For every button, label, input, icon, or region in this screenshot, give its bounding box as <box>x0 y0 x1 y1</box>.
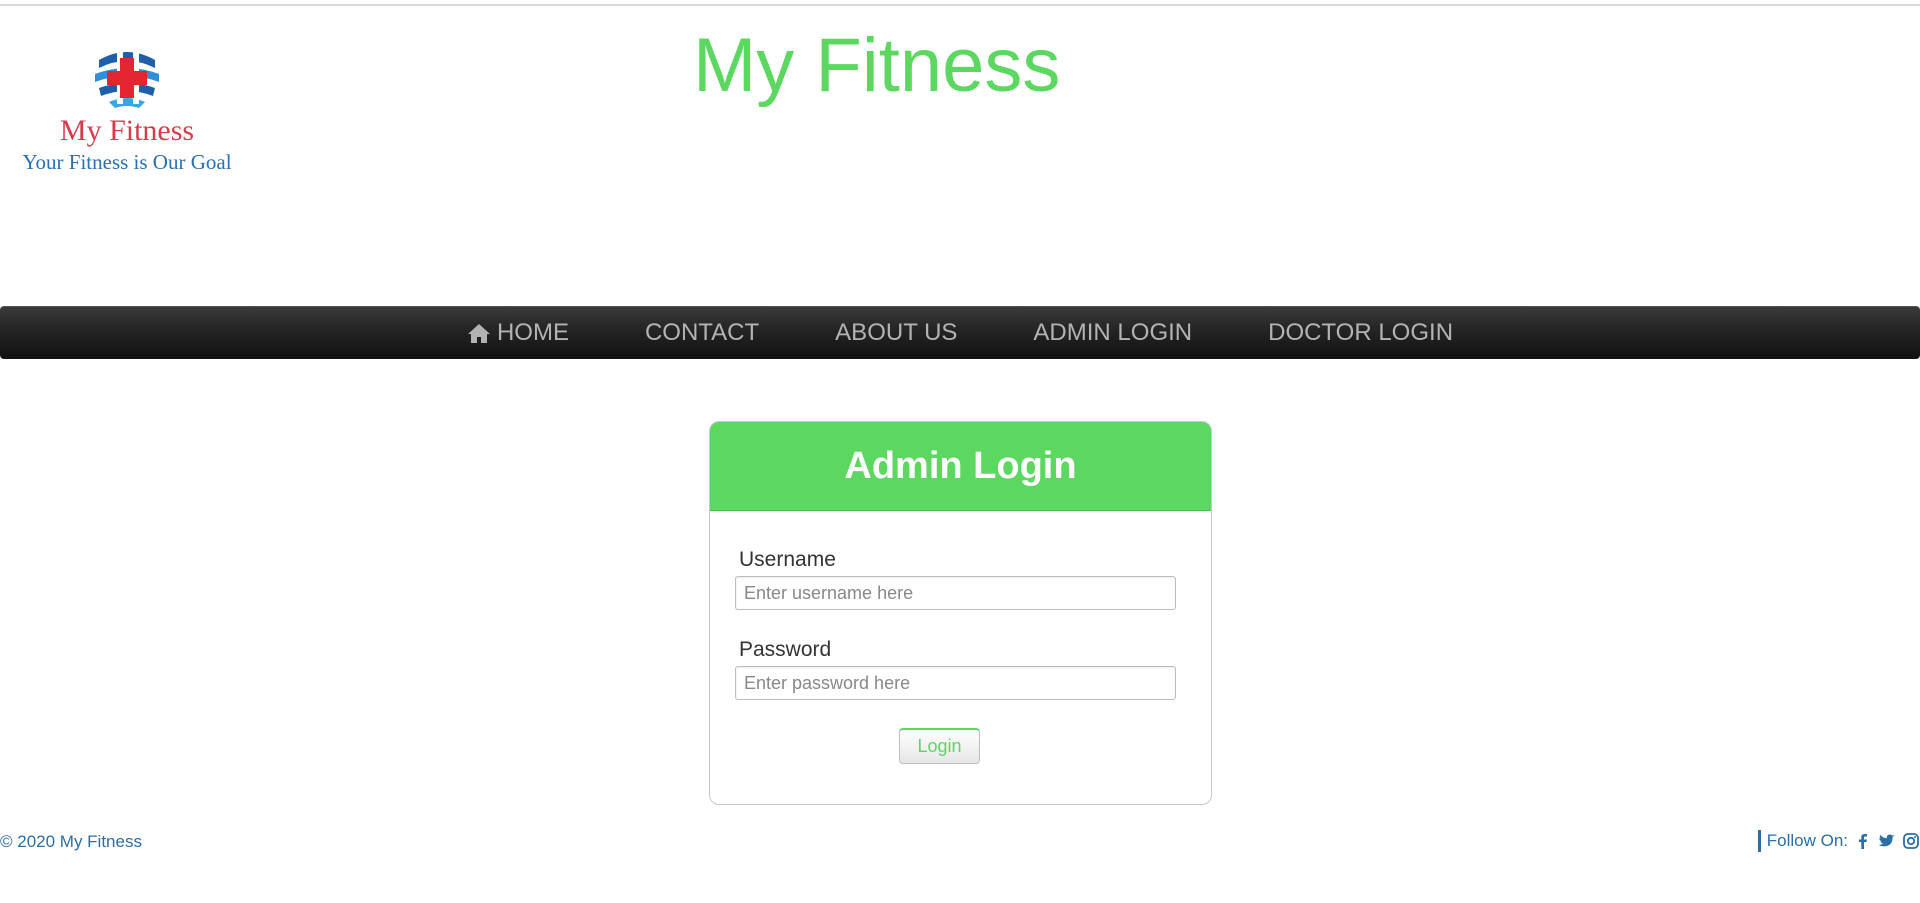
nav-admin-login-label: ADMIN LOGIN <box>1033 319 1193 346</box>
footer-copyright: © 2020 My Fitness <box>0 832 142 851</box>
nav-contact-link[interactable]: CONTACT <box>607 319 797 347</box>
admin-login-panel: Admin Login Username Password Login <box>709 421 1212 805</box>
password-input[interactable] <box>735 666 1176 700</box>
username-input[interactable] <box>735 576 1176 610</box>
nav-doctor-login-link[interactable]: DOCTOR LOGIN <box>1230 319 1491 347</box>
follow-divider <box>1757 830 1761 852</box>
site-logo[interactable]: My Fitness Your Fitness is Our Goal <box>8 38 246 178</box>
facebook-link[interactable] <box>1854 832 1872 850</box>
main-navbar: HOME CONTACT ABOUT US ADMIN LOGIN DOCTOR… <box>0 306 1920 359</box>
logo-brand-name: My Fitness <box>59 114 195 147</box>
panel-header: Admin Login <box>710 422 1211 511</box>
nav-home-link[interactable]: HOME <box>429 319 607 347</box>
password-label: Password <box>739 638 832 661</box>
home-icon <box>467 324 490 343</box>
nav-about-link[interactable]: ABOUT US <box>797 319 995 347</box>
username-label: Username <box>739 548 836 571</box>
instagram-icon <box>1903 833 1919 849</box>
nav-admin-login-link[interactable]: ADMIN LOGIN <box>995 319 1230 347</box>
nav-doctor-login-label: DOCTOR LOGIN <box>1268 319 1454 346</box>
follow-label: Follow On: <box>1766 831 1848 850</box>
nav-contact-label: CONTACT <box>644 319 760 346</box>
nav-about-label: ABOUT US <box>835 319 958 346</box>
instagram-link[interactable] <box>1902 832 1920 850</box>
panel-title: Admin Login <box>844 444 1077 487</box>
footer-follow: Follow On: <box>1757 830 1920 852</box>
site-title: My Fitness <box>693 23 1061 108</box>
logo-tagline: Your Fitness is Our Goal <box>22 150 232 174</box>
login-button[interactable]: Login <box>899 728 980 764</box>
facebook-icon <box>1859 834 1867 849</box>
top-divider <box>0 4 1920 6</box>
twitter-icon <box>1878 834 1895 847</box>
globe-cross-icon <box>93 42 161 110</box>
nav-home-label: HOME <box>496 319 569 346</box>
twitter-link[interactable] <box>1878 832 1896 850</box>
nav-list: HOME CONTACT ABOUT US ADMIN LOGIN DOCTOR… <box>0 307 1920 359</box>
